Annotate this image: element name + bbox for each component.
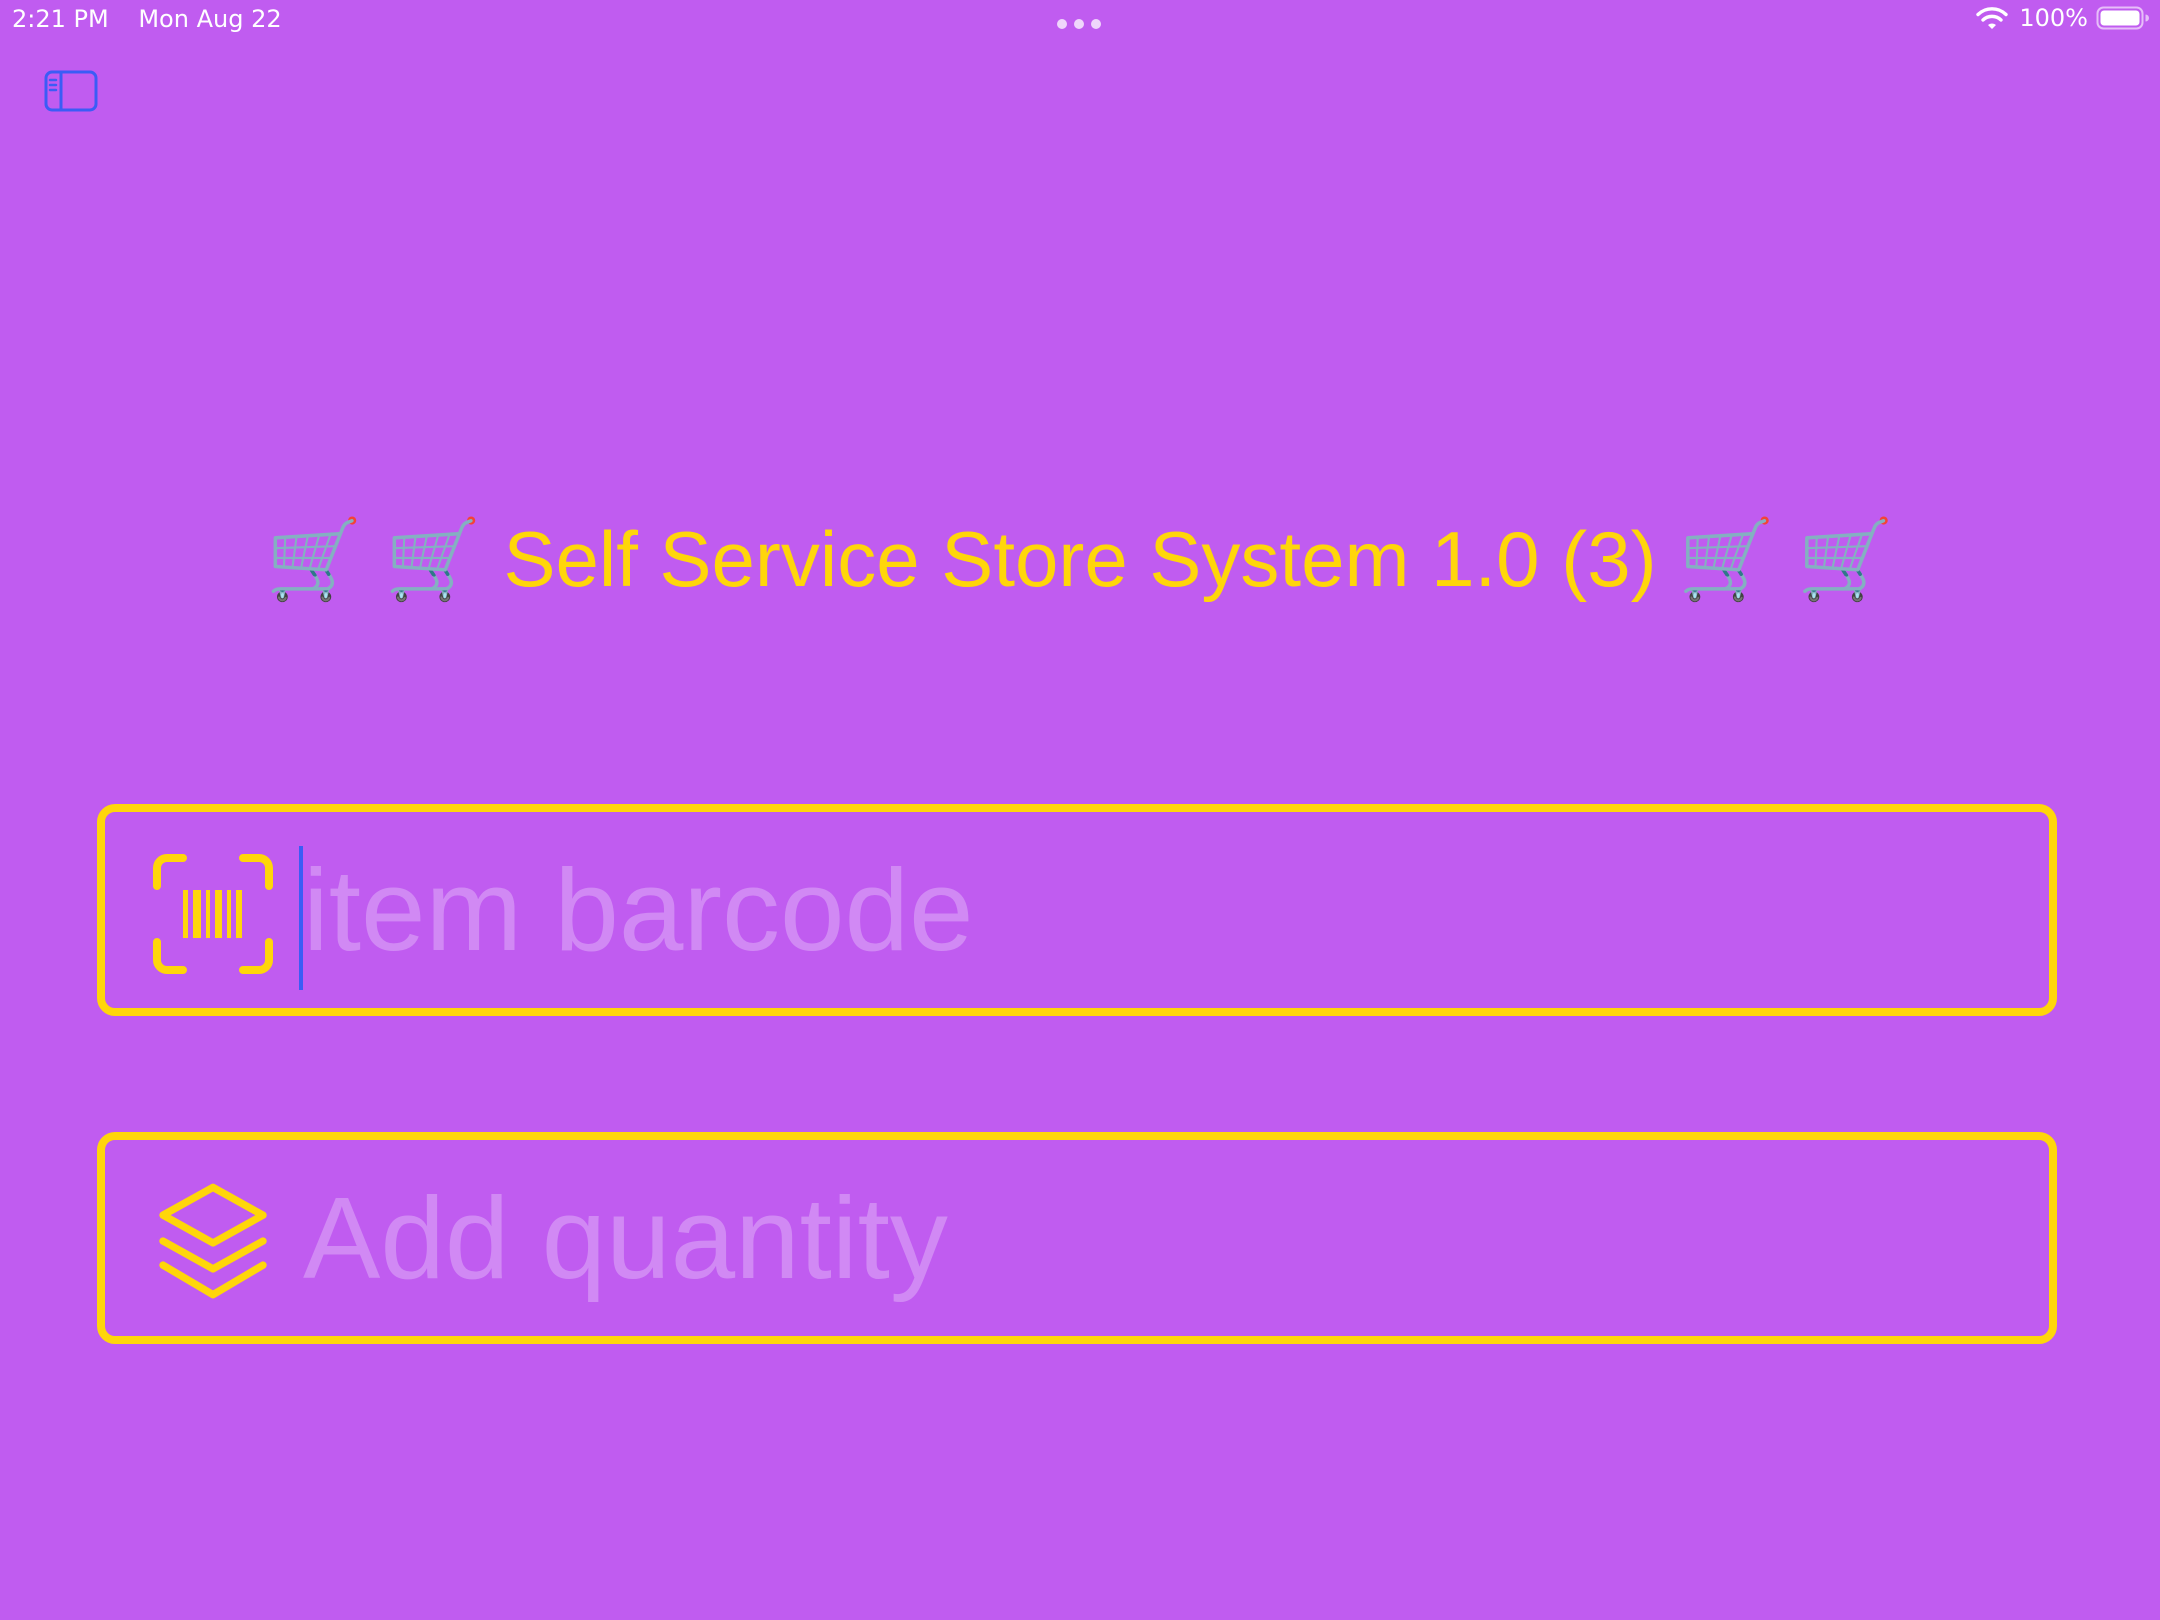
barcode-field[interactable]: item barcode [97,804,2057,1016]
status-date: Mon Aug 22 [138,5,282,33]
barcode-viewfinder-icon[interactable] [151,852,275,976]
barcode-input[interactable]: item barcode [303,852,974,968]
page-title: 🛒 🛒 Self Service Store System 1.0 (3) 🛒 … [0,520,2160,598]
wifi-icon [1976,7,2009,29]
shopping-cart-icon: 🛒 🛒 [265,515,482,603]
multitasking-dots-icon[interactable] [1057,19,1101,29]
quantity-field[interactable]: Add quantity [97,1132,2057,1344]
quantity-input[interactable]: Add quantity [303,1180,948,1296]
battery-icon [2096,6,2149,30]
page-title-text: Self Service Store System 1.0 (3) [503,515,1657,603]
shopping-cart-icon: 🛒 🛒 [1678,515,1895,603]
status-bar-right: 100% [1975,4,2150,32]
status-bar-left: 2:21 PM Mon Aug 22 [12,5,282,33]
layers-stack-icon[interactable] [151,1180,275,1304]
battery-percentage: 100% [2019,4,2088,32]
status-time: 2:21 PM [12,5,109,33]
sidebar-toggle-icon[interactable] [44,70,98,112]
